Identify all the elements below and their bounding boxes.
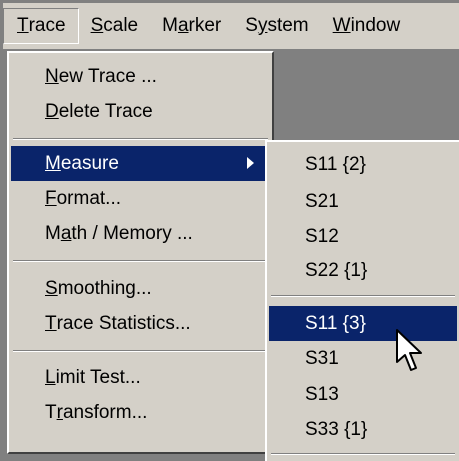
menu-scale[interactable]: Scale — [79, 8, 151, 44]
menu-bar: Trace Scale Ma rker Sy stem Window — [3, 3, 459, 49]
limit-test-mnemonic: L — [45, 366, 56, 388]
format-label: ormat... — [56, 187, 122, 209]
submenu-item-s22-1[interactable]: S22 {1} — [269, 253, 457, 288]
menu-marker-label: rker — [188, 15, 222, 36]
smoothing-mnemonic: S — [45, 277, 58, 299]
new-trace-mnemonic: N — [45, 65, 59, 87]
menu-item-measure[interactable]: Measure — [11, 146, 270, 181]
menu-window-mnemonic: W — [332, 15, 351, 36]
menu-item-limit-test[interactable]: Limit Test... — [11, 360, 270, 395]
menu-separator — [271, 453, 455, 455]
delete-trace-label: elete Trace — [58, 100, 153, 122]
math-memory-mnemonic: a — [60, 222, 72, 244]
submenu-item-s11-3[interactable]: S11 {3} — [269, 306, 457, 341]
math-memory-label: th / Memory ... — [71, 222, 193, 244]
measure-label: easure — [60, 152, 119, 174]
menu-item-format[interactable]: Format... — [11, 181, 270, 216]
mouse-pointer-icon — [396, 329, 422, 371]
menu-item-trace-statistics[interactable]: Trace Statistics... — [11, 306, 270, 341]
transform-pre: T — [45, 401, 57, 423]
trace-statistics-label: race Statistics... — [56, 312, 191, 334]
transform-label: ansform... — [62, 401, 148, 423]
submenu-item-s12[interactable]: S12 — [269, 219, 457, 254]
limit-test-label: imit Test... — [55, 366, 141, 388]
new-trace-label: ew Trace ... — [58, 65, 157, 87]
measure-mnemonic: M — [45, 152, 61, 174]
format-mnemonic: F — [45, 187, 57, 209]
menu-separator — [13, 260, 268, 262]
menu-marker[interactable]: Ma rker — [150, 8, 233, 44]
menu-trace-mnemonic: T — [17, 15, 29, 36]
submenu-arrow-icon — [247, 157, 254, 169]
menu-window-label: indow — [350, 15, 401, 36]
menu-item-delete-trace[interactable]: Delete Trace — [11, 94, 270, 129]
measure-submenu: S11 {2} S21 S12 S22 {1} S11 {3} S31 S13 … — [265, 140, 459, 461]
menu-marker-pre: M — [162, 15, 178, 36]
menu-system-label: stem — [267, 15, 309, 36]
submenu-item-s33-1[interactable]: S33 {1} — [269, 412, 457, 447]
smoothing-label: moothing... — [57, 277, 152, 299]
menu-scale-mnemonic: S — [90, 15, 104, 36]
menu-system-pre: S — [245, 15, 258, 36]
menu-marker-mnemonic: a — [177, 15, 189, 36]
menu-item-math-memory[interactable]: Ma th / Memory ... — [11, 216, 270, 251]
menu-window[interactable]: Window — [321, 8, 413, 44]
menu-separator — [271, 295, 455, 297]
trace-statistics-mnemonic: T — [45, 312, 57, 334]
menu-item-new-trace[interactable]: New Trace ... — [11, 59, 270, 94]
trace-menu: New Trace ... Delete Trace Measure Forma… — [7, 51, 274, 454]
menu-item-smoothing[interactable]: Smoothing... — [11, 271, 270, 306]
menu-item-transform[interactable]: Tr ansform... — [11, 395, 270, 430]
menu-trace[interactable]: Trace — [3, 8, 79, 44]
menu-system-mnemonic: y — [257, 15, 268, 36]
submenu-item-s13[interactable]: S13 — [269, 377, 457, 412]
menu-scale-label: cale — [103, 15, 139, 36]
menu-system[interactable]: Sy stem — [233, 8, 320, 44]
menu-separator — [13, 138, 268, 140]
math-memory-pre: M — [45, 222, 61, 244]
submenu-item-s21[interactable]: S21 — [269, 184, 457, 219]
submenu-item-s31[interactable]: S31 — [269, 341, 457, 376]
menu-trace-label: race — [28, 15, 66, 36]
submenu-item-s11-2[interactable]: S11 {2} — [269, 147, 457, 182]
menu-separator — [13, 350, 268, 352]
delete-trace-mnemonic: D — [45, 100, 59, 122]
